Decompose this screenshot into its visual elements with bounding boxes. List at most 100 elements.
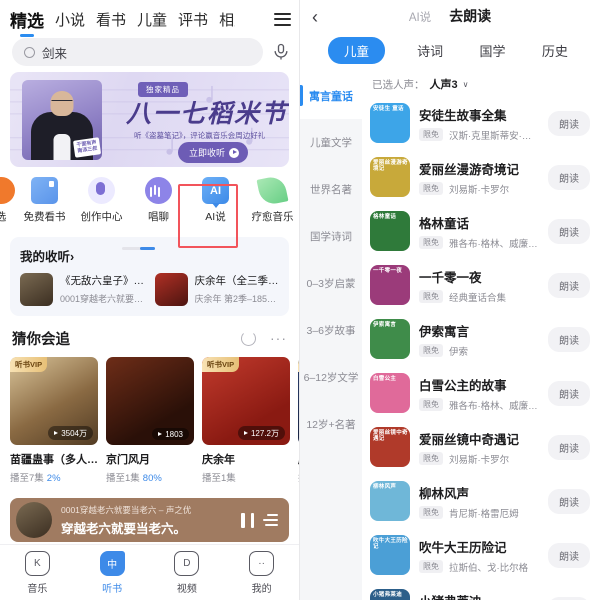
tab-featured[interactable]: 精选 bbox=[10, 7, 44, 32]
promo-banner[interactable]: 千面有声 南派三叔 独家精品 八一七稻米节 听《盗墓笔记》，评论赢音乐会周边好礼 … bbox=[10, 72, 289, 167]
search-row: 剑来 bbox=[0, 34, 299, 72]
rail-item-age-6-12[interactable]: 6–12岁文学 bbox=[300, 354, 362, 401]
play-icon bbox=[229, 147, 240, 158]
read-aloud-button[interactable]: 朗读 bbox=[548, 488, 590, 514]
voice-selector[interactable]: 已选人声： 人声3 ∨ bbox=[362, 72, 600, 96]
quicknav-item-ai-shuo[interactable]: AI AI说 bbox=[187, 177, 244, 224]
read-aloud-button[interactable]: 朗读 bbox=[548, 110, 590, 136]
cover-art bbox=[154, 273, 188, 306]
read-aloud-button[interactable]: 朗读 bbox=[548, 434, 590, 460]
chevron-left-icon[interactable]: ‹ bbox=[312, 8, 338, 26]
quicknav-item-sing-chat[interactable]: 唱聊 bbox=[130, 177, 187, 224]
cover-title-text: 小猪弗莱迪 bbox=[373, 592, 403, 598]
tab-novel[interactable]: 小说 bbox=[55, 9, 85, 30]
nav-item-video[interactable]: D 视频 bbox=[150, 550, 225, 595]
read-aloud-button[interactable]: 朗读 bbox=[548, 380, 590, 406]
my-listening-item[interactable]: 《无敌六皇子》… 0001穿越老六就要… bbox=[20, 273, 145, 306]
book-author: 雅各布·格林、威廉·格林 bbox=[449, 238, 539, 250]
cover-art: 吹牛大王历险记 bbox=[370, 535, 410, 575]
book-row[interactable]: 爱丽丝镜中奇遇记 爱丽丝镜中奇遇记 限免 刘易斯·卡罗尔 朗读 bbox=[362, 420, 600, 474]
book-row[interactable]: 小猪弗莱迪小猪弗莱迪限免沃尔特R.布鲁克斯朗读 bbox=[362, 582, 600, 600]
nav-label: 听书 bbox=[102, 583, 123, 595]
recommendation-card[interactable]: 1803 京门风月 播至1集 80% bbox=[106, 357, 194, 484]
nav-item-music[interactable]: K 音乐 bbox=[0, 550, 75, 595]
rail-item-world-classics[interactable]: 世界名著 bbox=[300, 166, 362, 213]
rail-item-age-0-3[interactable]: 0–3岁启蒙 bbox=[300, 260, 362, 307]
rail-item-age-3-6[interactable]: 3–6岁故事 bbox=[300, 307, 362, 354]
read-aloud-button[interactable]: 朗读 bbox=[548, 326, 590, 352]
tab-reading[interactable]: 看书 bbox=[96, 9, 126, 30]
book-author: 刘易斯·卡罗尔 bbox=[449, 454, 510, 466]
chevron-right-icon: › bbox=[70, 250, 75, 264]
quicknav-item-creator-center[interactable]: 创作中心 bbox=[73, 177, 130, 224]
quicknav-label: 唱聊 bbox=[148, 211, 169, 223]
quicknav-item-free-books[interactable]: 免费看书 bbox=[16, 177, 73, 224]
listen-book-home-pane: 精选 小说 看书 儿童 评书 相声 剑来 千面有声南派三叔 bbox=[0, 0, 300, 600]
tab-xiangsheng[interactable]: 相声 bbox=[219, 9, 235, 30]
mini-player[interactable]: 0001穿越老六就要当老六 – 声之优 穿越老六就要当老六。 bbox=[10, 498, 289, 542]
pause-icon[interactable] bbox=[241, 512, 254, 528]
limited-free-badge: 限免 bbox=[419, 344, 443, 357]
item-title: 庆余年（全三季… bbox=[194, 275, 279, 287]
tab-guoxue[interactable]: 国学 bbox=[461, 41, 523, 60]
book-row[interactable]: 爱丽丝漫游奇境记 爱丽丝漫游奇境记 限免 刘易斯·卡罗尔 朗读 bbox=[362, 150, 600, 204]
tab-pingshu[interactable]: 评书 bbox=[178, 9, 208, 30]
quicknav-label: 创作中心 bbox=[80, 211, 123, 223]
segment-ai-shuo[interactable]: AI说 bbox=[409, 9, 431, 25]
book-list: 已选人声： 人声3 ∨ 安徒生 童话安徒生故事全集限免汉斯·克里斯蒂安·安徒生朗… bbox=[362, 72, 600, 600]
quicknav-label: 免费看书 bbox=[23, 211, 66, 223]
more-dots-icon[interactable]: ··· bbox=[270, 331, 287, 346]
book-row[interactable]: 伊索寓言 伊索寓言 限免 伊索 朗读 bbox=[362, 312, 600, 366]
microphone-icon[interactable] bbox=[271, 42, 291, 62]
refresh-icon[interactable] bbox=[241, 331, 256, 346]
rail-item-fable[interactable]: 寓言童话 bbox=[300, 72, 362, 119]
tab-children[interactable]: 儿童 bbox=[328, 37, 386, 64]
recommendation-card[interactable]: 听书VIP 3504万 苗疆蛊事（多人… 播至7集 2% bbox=[10, 357, 98, 484]
hamburger-icon[interactable] bbox=[274, 12, 291, 26]
cover-title-text: 格林童话 bbox=[373, 214, 397, 220]
search-input[interactable]: 剑来 bbox=[12, 38, 263, 66]
book-title: 爱丽丝镜中奇遇记 bbox=[419, 432, 520, 447]
book-title: 小猪弗莱迪 bbox=[419, 591, 539, 600]
rail-item-age-12-plus[interactable]: 12岁+名著 bbox=[300, 401, 362, 448]
book-row[interactable]: 吹牛大王历险记 吹牛大王历险记 限免 拉斯伯、戈·比尔格 朗读 bbox=[362, 528, 600, 582]
tab-poetry[interactable]: 诗词 bbox=[399, 41, 461, 60]
read-aloud-button[interactable]: 朗读 bbox=[548, 272, 590, 298]
read-aloud-button[interactable]: 朗读 bbox=[548, 542, 590, 568]
limited-free-badge: 限免 bbox=[419, 290, 443, 303]
book-row[interactable]: 一千零一夜 一千零一夜 限免 经典童话合集 朗读 bbox=[362, 258, 600, 312]
rail-item-children-lit[interactable]: 儿童文学 bbox=[300, 119, 362, 166]
read-aloud-button[interactable]: 朗读 bbox=[548, 164, 590, 190]
book-row[interactable]: 安徒生 童话 安徒生故事全集限免汉斯·克里斯蒂安·安徒生朗读 bbox=[362, 96, 600, 150]
book-title: 伊索寓言 bbox=[419, 324, 470, 339]
read-aloud-button[interactable]: 朗读 bbox=[548, 596, 590, 600]
book-row[interactable]: 柳林风声 柳林风声 限免 肯尼斯·格雷厄姆 朗读 bbox=[362, 474, 600, 528]
quicknav-scrollbar[interactable] bbox=[122, 247, 155, 250]
my-listening-item[interactable]: 庆余年（全三季… 庆余年 第2季–185… bbox=[154, 273, 280, 306]
sing-chat-icon bbox=[145, 177, 172, 204]
nav-item-listen-book[interactable]: 中 听书 bbox=[75, 550, 150, 595]
cover-art bbox=[16, 502, 52, 538]
quicknav-item-healing-music[interactable]: 疗愈音乐 bbox=[244, 174, 299, 224]
playlist-icon[interactable] bbox=[263, 514, 278, 526]
book-row[interactable]: 格林童话 格林童话限免雅各布·格林、威廉·格林朗读 bbox=[362, 204, 600, 258]
book-row[interactable]: 白雪公主 白雪公主的故事限免雅各布·格林、威廉·格林朗读 bbox=[362, 366, 600, 420]
cover-art: 爱丽丝漫游奇境记 bbox=[370, 157, 410, 197]
quicknav-item-select[interactable]: 选 bbox=[0, 177, 16, 224]
cover-title-text: 白雪公主 bbox=[373, 376, 397, 382]
banner-listen-button[interactable]: 立即收听 bbox=[178, 142, 249, 163]
tab-history[interactable]: 历史 bbox=[524, 41, 586, 60]
segment-read-aloud[interactable]: 去朗读 bbox=[449, 6, 491, 26]
cover-art: 白雪公主 bbox=[370, 373, 410, 413]
limited-free-badge: 限免 bbox=[419, 506, 443, 519]
nav-item-profile[interactable]: ·· 我的 bbox=[224, 550, 299, 595]
banner-button-label: 立即收听 bbox=[189, 148, 226, 158]
search-value: 剑来 bbox=[42, 46, 68, 61]
read-aloud-button[interactable]: 朗读 bbox=[548, 218, 590, 244]
recommendation-card[interactable]: 听书VIP 127.2万 庆余年 播至1集 bbox=[202, 357, 290, 484]
rail-item-guoxue-poetry[interactable]: 国学诗词 bbox=[300, 213, 362, 260]
player-episode-title: 0001穿越老六就要当老六 – 声之优 bbox=[61, 504, 192, 515]
tab-children[interactable]: 儿童 bbox=[137, 9, 167, 30]
card-progress: 播至1集 bbox=[202, 473, 236, 484]
banner-photo-tag: 千面有声 南派三叔 bbox=[72, 136, 102, 157]
